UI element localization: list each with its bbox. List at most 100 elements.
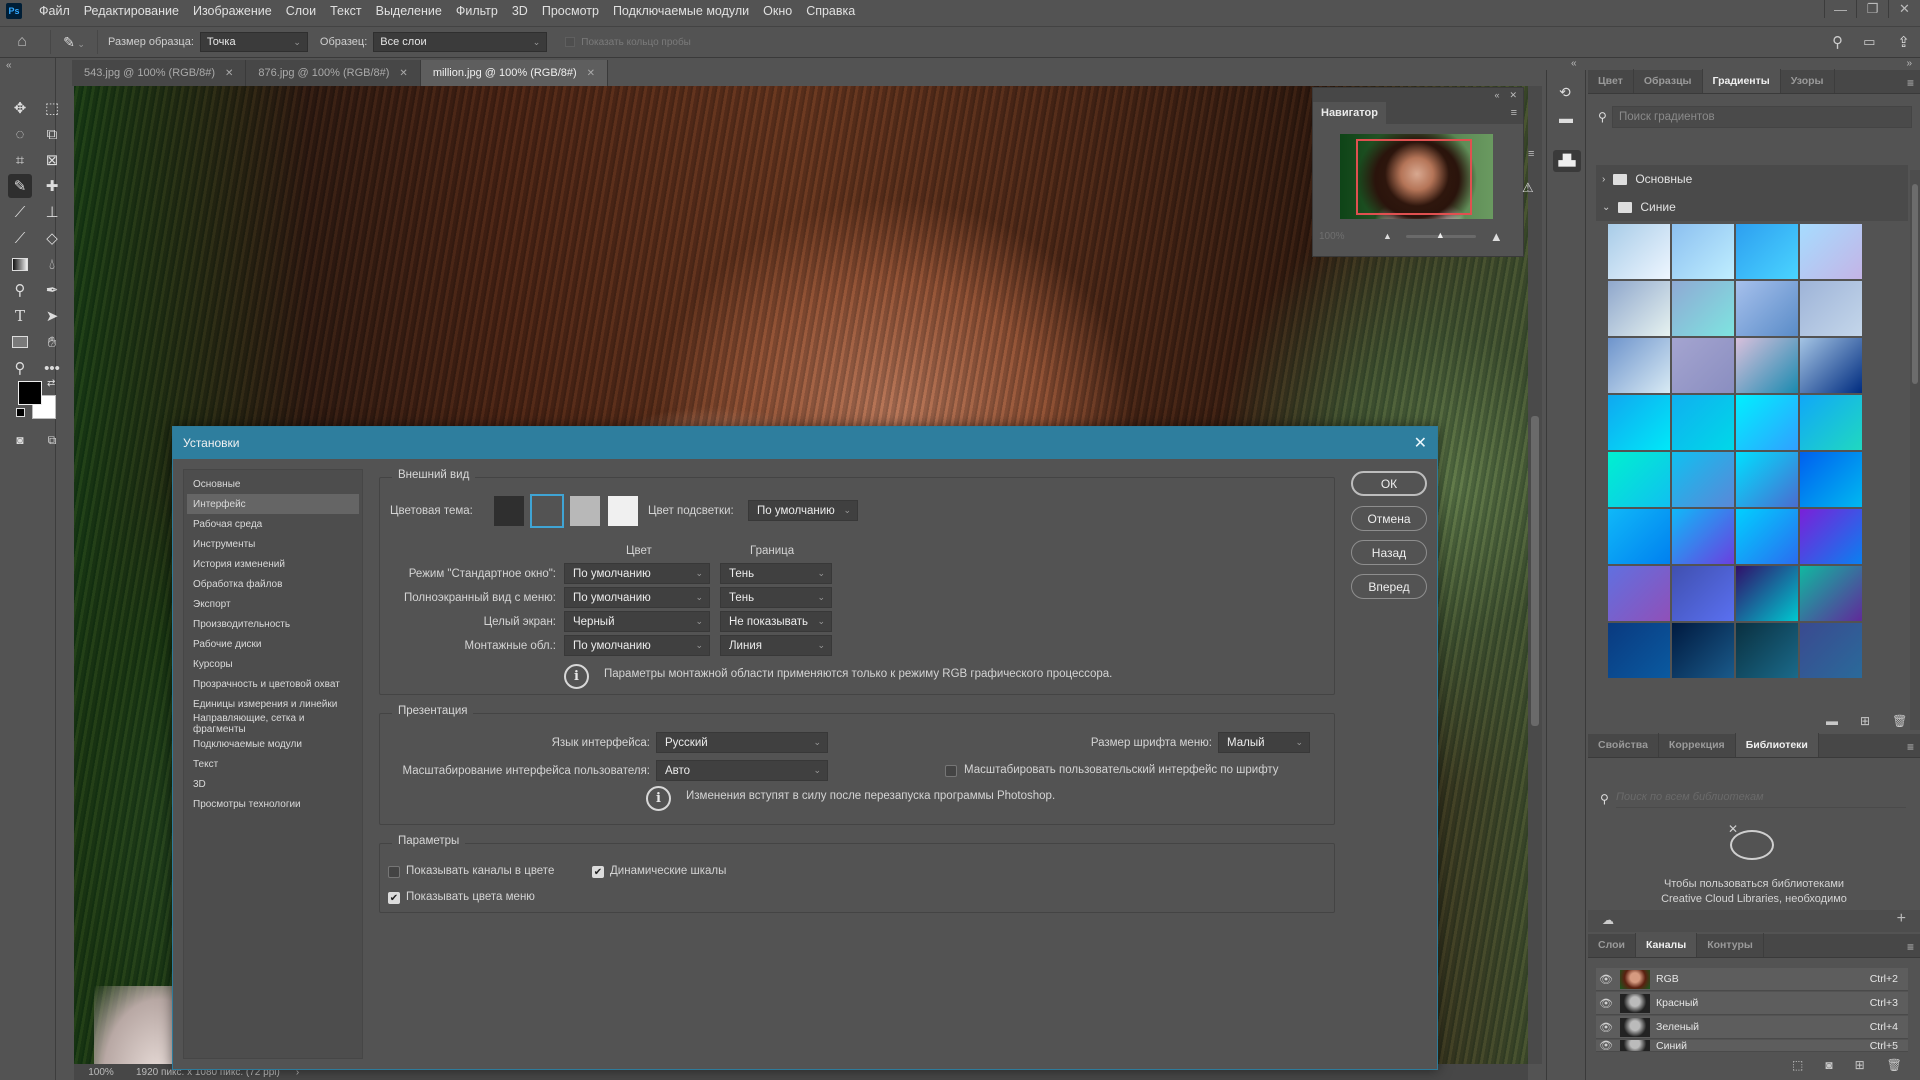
new-channel-icon[interactable]: ⊞ <box>1855 1058 1865 1072</box>
gradient-swatch[interactable] <box>1800 509 1862 564</box>
menu-font-size-select[interactable]: Малый ⌄ <box>1218 732 1310 753</box>
theme-swatch-dark[interactable] <box>530 494 564 528</box>
crop-tool-icon[interactable]: ⌗ <box>8 148 32 172</box>
histogram-icon[interactable]: ▟▙ <box>1553 150 1581 172</box>
share-icon[interactable]: ⇪ <box>1897 33 1910 51</box>
tab-adjustments[interactable]: Коррекция <box>1659 733 1736 757</box>
gradient-tool-icon[interactable] <box>8 252 32 276</box>
pref-nav-item[interactable]: Просмотры технологии <box>187 794 359 814</box>
close-tab-icon[interactable]: ✕ <box>399 68 407 79</box>
channel-row-blue[interactable]: 👁︎ Синий Ctrl+5 <box>1596 1040 1908 1052</box>
load-selection-icon[interactable]: ⬚ <box>1792 1058 1803 1072</box>
menu-select[interactable]: Выделение <box>369 0 449 22</box>
home-icon[interactable]: ⌂ <box>0 33 44 51</box>
gradient-swatch[interactable] <box>1800 281 1862 336</box>
pen-tool-icon[interactable]: ✒ <box>40 278 64 302</box>
lasso-tool-icon[interactable]: ◌ <box>8 122 32 146</box>
pref-nav-item[interactable]: Экспорт <box>187 594 359 614</box>
menu-edit[interactable]: Редактирование <box>77 0 186 22</box>
object-selection-tool-icon[interactable]: ⧉ <box>40 122 64 146</box>
gradient-group-basic[interactable]: › Основные <box>1596 165 1908 193</box>
tab-properties[interactable]: Свойства <box>1588 733 1659 757</box>
zoom-out-icon[interactable]: ▲ <box>1383 231 1392 241</box>
gradient-swatch[interactable] <box>1672 395 1734 450</box>
sample-select[interactable]: Все слои ⌄ <box>373 32 548 52</box>
navigator-zoom-value[interactable]: 100% <box>1313 231 1369 242</box>
gradient-swatch[interactable] <box>1800 338 1862 393</box>
pref-nav-item[interactable]: Инструменты <box>187 534 359 554</box>
new-folder-icon[interactable]: ▬ <box>1826 714 1838 728</box>
gradient-swatch[interactable] <box>1608 623 1670 678</box>
tab-patterns[interactable]: Узоры <box>1781 69 1835 93</box>
gradient-swatch[interactable] <box>1800 452 1862 507</box>
gradient-swatch[interactable] <box>1672 224 1734 279</box>
gradients-scrollbar[interactable] <box>1910 170 1920 730</box>
pref-nav-item[interactable]: Интерфейс <box>187 494 359 514</box>
panel-menu-icon[interactable]: ≡ <box>1907 740 1914 754</box>
eyedropper-icon[interactable]: ✎ ⌄ <box>57 34 91 51</box>
menu-plugins[interactable]: Подключаемые модули <box>606 0 756 22</box>
pref-nav-item[interactable]: Направляющие, сетка и фрагменты <box>187 713 359 735</box>
pref-nav-item[interactable]: Производительность <box>187 614 359 634</box>
gradient-group-blues[interactable]: ⌄ Синие <box>1596 193 1908 221</box>
gradient-swatch[interactable] <box>1800 566 1862 621</box>
visibility-eye-icon[interactable]: 👁︎ <box>1596 1040 1616 1051</box>
gradient-swatch[interactable] <box>1608 509 1670 564</box>
gradient-swatch[interactable] <box>1736 338 1798 393</box>
comments-icon[interactable]: ▬ <box>1559 110 1573 126</box>
close-tab-icon[interactable]: ✕ <box>225 68 233 79</box>
swap-colors-icon[interactable]: ⇄ <box>47 378 55 389</box>
tab-paths[interactable]: Контуры <box>1697 933 1764 957</box>
more-tools-icon[interactable]: ••• <box>40 356 64 380</box>
navigator-view-box[interactable] <box>1356 139 1472 215</box>
history-icon[interactable]: ⟲ <box>1559 84 1571 101</box>
gradient-swatch[interactable] <box>1608 338 1670 393</box>
doc-tab-million[interactable]: million.jpg @ 100% (RGB/8#) ✕ <box>420 60 609 86</box>
pref-nav-item[interactable]: Рабочие диски <box>187 634 359 654</box>
fullscreen-menu-border-select[interactable]: Тень ⌄ <box>720 587 832 608</box>
gradient-swatch[interactable] <box>1800 224 1862 279</box>
pref-nav-item[interactable]: Рабочая среда <box>187 514 359 534</box>
doc-tab-543[interactable]: 543.jpg @ 100% (RGB/8#) ✕ <box>72 60 247 86</box>
ok-button[interactable]: ОК <box>1351 471 1427 496</box>
tab-layers[interactable]: Слои <box>1588 933 1636 957</box>
show-menu-colors-checkbox[interactable]: ✔ <box>388 892 400 904</box>
fullscreen-menu-color-select[interactable]: По умолчанию ⌄ <box>564 587 710 608</box>
history-brush-tool-icon[interactable]: ⟋ <box>8 226 32 250</box>
delete-icon[interactable]: 🗑︎ <box>1887 1058 1902 1072</box>
gradient-swatch[interactable] <box>1672 281 1734 336</box>
collapse-panel-icon[interactable]: « <box>1494 90 1499 100</box>
gradient-swatch[interactable] <box>1608 281 1670 336</box>
fullscreen-color-select[interactable]: Черный ⌄ <box>564 611 710 632</box>
show-ring-checkbox[interactable] <box>565 37 576 47</box>
type-tool-icon[interactable]: T <box>8 304 32 328</box>
default-colors-icon[interactable] <box>16 408 25 417</box>
channel-row-red[interactable]: 👁︎ Красный Ctrl+3 <box>1596 992 1908 1015</box>
tab-channels[interactable]: Каналы <box>1635 933 1698 957</box>
quick-mask-icon[interactable]: ◙ <box>8 428 32 452</box>
blur-tool-icon[interactable]: 💧︎ <box>40 252 64 276</box>
visibility-eye-icon[interactable]: 👁︎ <box>1596 997 1616 1010</box>
tab-libraries[interactable]: Библиотеки <box>1735 733 1819 757</box>
hand-tool-icon[interactable]: ✋︎ <box>40 330 64 354</box>
collapse-strip-icon[interactable]: « <box>1571 58 1577 69</box>
menu-3d[interactable]: 3D <box>505 0 535 22</box>
standard-window-border-select[interactable]: Тень ⌄ <box>720 563 832 584</box>
gradient-swatch[interactable] <box>1736 566 1798 621</box>
path-selection-tool-icon[interactable]: ➤ <box>40 304 64 328</box>
eraser-tool-icon[interactable]: ◇ <box>40 226 64 250</box>
gradient-swatch[interactable] <box>1736 224 1798 279</box>
scale-ui-to-font-checkbox[interactable] <box>945 765 957 777</box>
doc-tab-876[interactable]: 876.jpg @ 100% (RGB/8#) ✕ <box>246 60 421 86</box>
gradient-swatch[interactable] <box>1736 452 1798 507</box>
pref-nav-item[interactable]: Основные <box>187 474 359 494</box>
visibility-eye-icon[interactable]: 👁︎ <box>1596 1021 1616 1034</box>
canvas-vertical-scrollbar[interactable] <box>1528 86 1542 1064</box>
navigator-thumbnail[interactable] <box>1340 134 1493 219</box>
panel-menu-icon[interactable]: ≡ <box>1907 76 1914 90</box>
zoom-level[interactable]: 100% <box>74 1067 128 1078</box>
gradient-swatch[interactable] <box>1800 623 1862 678</box>
dynamic-sliders-checkbox[interactable]: ✔ <box>592 866 604 878</box>
zoom-tool-icon[interactable]: ⚲ <box>8 356 32 380</box>
gradient-swatch[interactable] <box>1800 395 1862 450</box>
